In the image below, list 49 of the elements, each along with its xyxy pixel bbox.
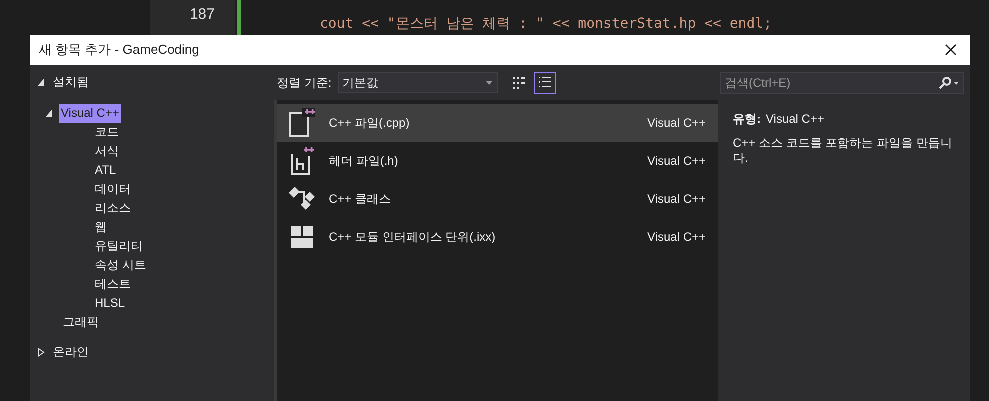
expanded-arrow-icon[interactable] — [46, 109, 53, 118]
tree-item[interactable]: 테스트 — [93, 275, 133, 294]
tree-item[interactable]: 온라인 — [51, 343, 91, 362]
tree-item[interactable]: 속성 시트 — [93, 256, 148, 275]
template-type: Visual C++ — [648, 191, 706, 208]
tree-item[interactable]: 코드 — [93, 123, 121, 142]
window-title: 새 항목 추가 - GameCoding — [39, 41, 200, 60]
tree-item[interactable]: 데이터 — [93, 180, 133, 199]
template-item[interactable]: C++ 클래스 Visual C++ — [277, 180, 718, 218]
sort-label: 정렬 기준: — [277, 74, 332, 92]
sort-value: 기본값 — [342, 74, 379, 92]
list-view-button[interactable] — [534, 72, 556, 94]
cpp-file-icon — [289, 108, 315, 138]
close-icon[interactable] — [945, 44, 957, 56]
tree-item[interactable]: 그래픽 — [61, 313, 101, 332]
code-line: cout << "몬스터 남은 체력 : " << monsterStat.hp << endl; — [320, 15, 772, 33]
type-label: 유형: — [733, 111, 761, 128]
template-type: Visual C++ — [648, 229, 706, 246]
tree-item[interactable]: HLSL — [93, 294, 128, 313]
collapsed-arrow-icon[interactable] — [38, 348, 45, 357]
description-text: C++ 소스 코드를 포함하는 파일을 만듭니다. — [733, 136, 954, 166]
template-name: C++ 파일(.cpp) — [328, 115, 411, 132]
expanded-arrow-icon[interactable] — [38, 78, 45, 87]
module-icon — [291, 226, 313, 248]
caret-icon — [486, 80, 493, 84]
template-item[interactable]: C++ 모듈 인터페이스 단위(.ixx) Visual C++ — [277, 218, 718, 256]
class-icon — [288, 186, 316, 212]
tree-item[interactable]: 웹 — [93, 218, 109, 237]
template-type: Visual C++ — [648, 115, 706, 132]
line-number: 187 — [190, 5, 215, 25]
template-name: C++ 모듈 인터페이스 단위(.ixx) — [328, 229, 497, 246]
template-type: Visual C++ — [648, 153, 706, 170]
tree-item[interactable]: 설치됨 — [51, 73, 91, 92]
list-icon — [538, 77, 551, 88]
tree-item[interactable]: Visual C++ — [59, 104, 122, 123]
tree-item[interactable]: 서식 — [93, 142, 121, 161]
tree-item[interactable]: ATL — [93, 161, 118, 180]
search-icon[interactable] — [938, 76, 960, 88]
sort-dropdown[interactable]: 기본값 — [338, 72, 498, 93]
tree-item[interactable]: 유틸리티 — [93, 237, 145, 256]
header-file-icon — [289, 146, 315, 176]
template-name: C++ 클래스 — [328, 191, 392, 208]
grid-icon — [512, 76, 525, 88]
type-value: Visual C++ — [766, 111, 824, 128]
template-name: 헤더 파일(.h) — [328, 153, 400, 170]
tree-item[interactable]: 리소스 — [93, 199, 133, 218]
search-field[interactable]: 검색(Ctrl+E) — [720, 72, 964, 94]
template-item[interactable]: C++ 파일(.cpp) Visual C++ — [277, 104, 718, 142]
template-item[interactable]: 헤더 파일(.h) Visual C++ — [277, 142, 718, 180]
